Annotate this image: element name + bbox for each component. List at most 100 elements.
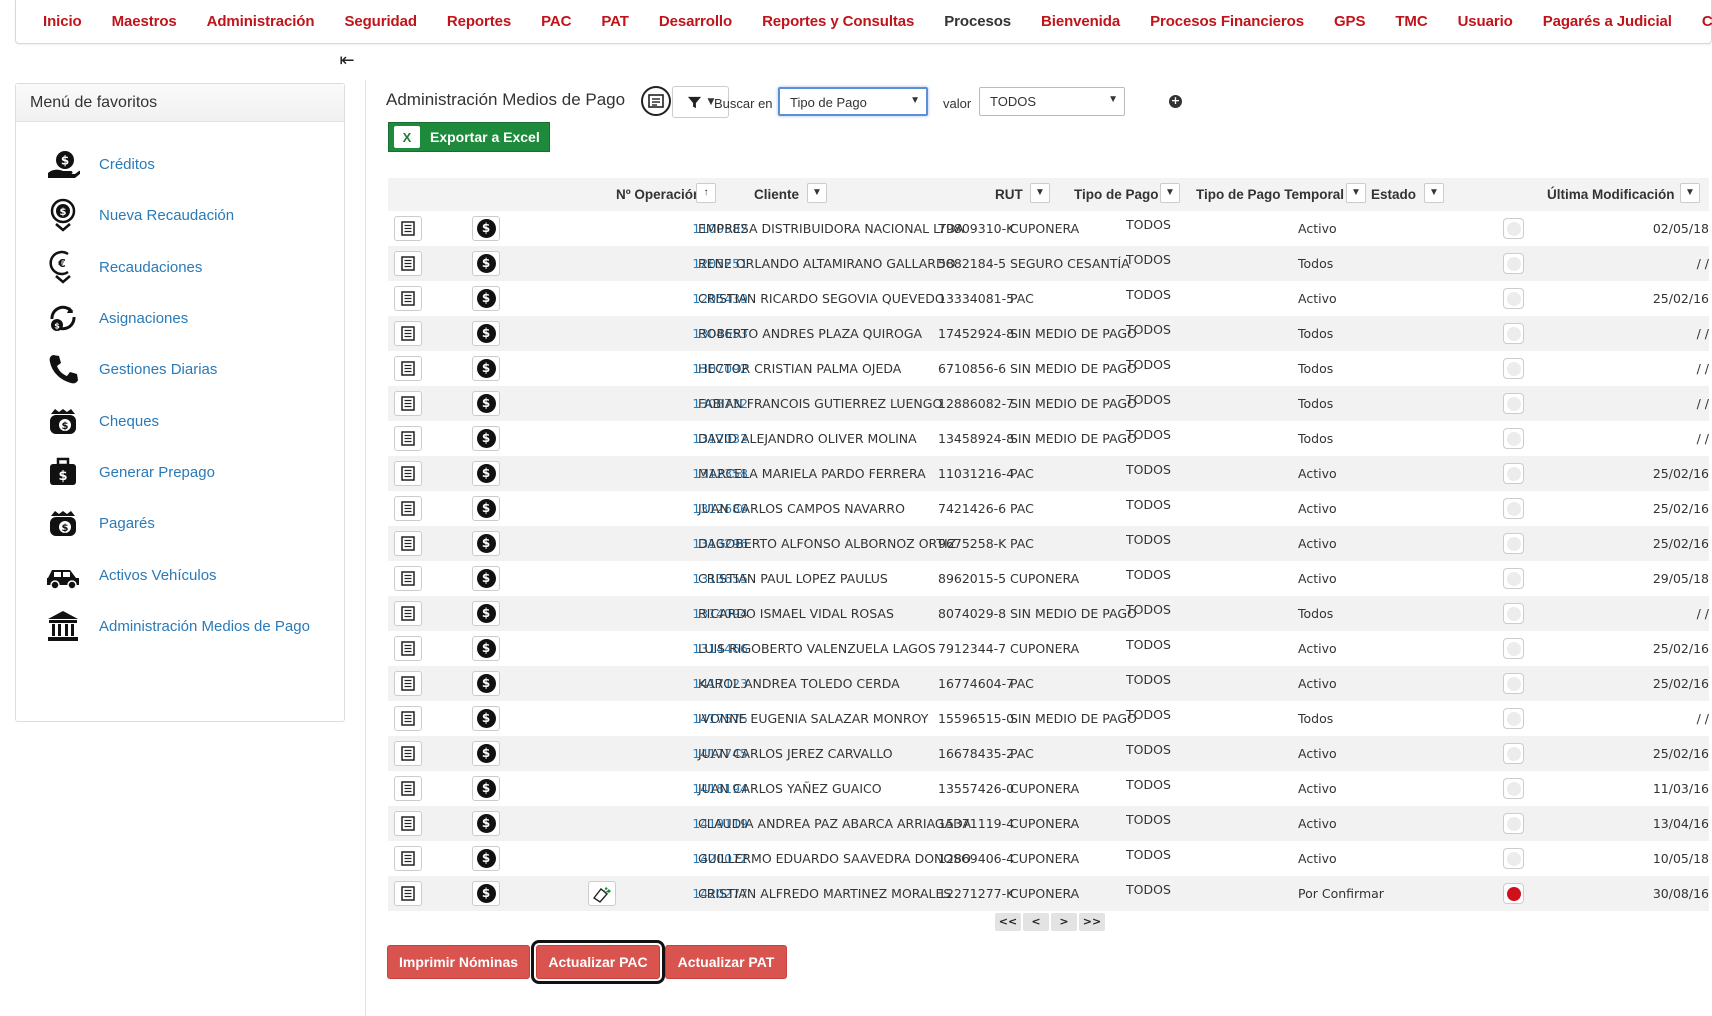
last-page-button[interactable]: >> <box>1079 913 1105 931</box>
status-indicator[interactable] <box>1503 393 1524 414</box>
detail-document-button[interactable] <box>394 321 422 346</box>
first-page-button[interactable]: << <box>995 913 1021 931</box>
detail-document-button[interactable] <box>394 776 422 801</box>
status-indicator[interactable] <box>1503 533 1524 554</box>
nav-item-reportes[interactable]: Reportes <box>432 13 526 30</box>
nav-item-gps[interactable]: GPS <box>1319 13 1380 30</box>
status-indicator[interactable] <box>1503 463 1524 484</box>
detail-document-button[interactable] <box>394 811 422 836</box>
payment-button[interactable]: $ <box>472 391 500 416</box>
nav-item-maestros[interactable]: Maestros <box>97 13 192 30</box>
nav-item-administración[interactable]: Administración <box>192 13 330 30</box>
detail-document-button[interactable] <box>394 671 422 696</box>
status-indicator[interactable] <box>1503 638 1524 659</box>
detail-document-button[interactable] <box>394 601 422 626</box>
detail-document-button[interactable] <box>394 846 422 871</box>
detail-document-button[interactable] <box>394 706 422 731</box>
collapse-left-icon[interactable]: ⇤ <box>336 50 358 72</box>
detail-document-button[interactable] <box>394 216 422 241</box>
status-indicator[interactable] <box>1503 288 1524 309</box>
status-indicator[interactable] <box>1503 673 1524 694</box>
payment-button[interactable]: $ <box>472 286 500 311</box>
actualizar-pac-button[interactable]: Actualizar PAC <box>531 940 665 984</box>
approve-button[interactable] <box>588 881 616 906</box>
sidebar-item-gestiones-diarias[interactable]: Gestiones Diarias <box>45 349 217 389</box>
status-indicator[interactable] <box>1503 708 1524 729</box>
detail-document-button[interactable] <box>394 636 422 661</box>
sidebar-item-pagarés[interactable]: $ Pagarés <box>45 503 155 543</box>
detail-document-button[interactable] <box>394 356 422 381</box>
payment-button[interactable]: $ <box>472 461 500 486</box>
payment-button[interactable]: $ <box>472 706 500 731</box>
sidebar-item-administración-medios-de-pago[interactable]: Administración Medios de Pago <box>45 606 310 646</box>
payment-button[interactable]: $ <box>472 636 500 661</box>
nav-item-pac[interactable]: PAC <box>526 13 586 30</box>
sort-asc-icon[interactable]: ↑ <box>696 183 716 203</box>
valor-select[interactable]: TODOS ▼ <box>979 87 1125 116</box>
detail-document-button[interactable] <box>394 531 422 556</box>
nav-item-tmc[interactable]: TMC <box>1380 13 1442 30</box>
prev-page-button[interactable]: < <box>1023 913 1049 931</box>
column-menu-cliente[interactable]: ▼ <box>807 183 827 203</box>
sidebar-item-activos-vehículos[interactable]: Activos Vehículos <box>45 555 217 595</box>
nav-item-procesos[interactable]: Procesos <box>929 13 1026 30</box>
detail-document-button[interactable] <box>394 566 422 591</box>
sidebar-item-nueva-recaudación[interactable]: $ Nueva Recaudación <box>45 195 234 235</box>
sidebar-item-recaudaciones[interactable]: € Recaudaciones <box>45 247 202 287</box>
payment-button[interactable]: $ <box>472 566 500 591</box>
payment-button[interactable]: $ <box>472 881 500 906</box>
export-excel-button[interactable]: X Exportar a Excel <box>388 122 550 152</box>
column-menu-tipo-pago-temporal[interactable]: ▼ <box>1346 183 1366 203</box>
status-indicator[interactable] <box>1503 568 1524 589</box>
nav-item-reportes-y-consultas[interactable]: Reportes y Consultas <box>747 13 929 30</box>
column-menu-rut[interactable]: ▼ <box>1030 183 1050 203</box>
payment-button[interactable]: $ <box>472 671 500 696</box>
nav-item-bienvenida[interactable]: Bienvenida <box>1026 13 1135 30</box>
status-indicator[interactable] <box>1503 358 1524 379</box>
status-indicator[interactable] <box>1503 743 1524 764</box>
buscar-select[interactable]: Tipo de Pago ▼ <box>778 87 928 116</box>
detail-document-button[interactable] <box>394 741 422 766</box>
add-filter-icon[interactable]: + <box>1169 95 1182 108</box>
status-indicator[interactable] <box>1503 848 1524 869</box>
detail-document-button[interactable] <box>394 426 422 451</box>
status-indicator[interactable] <box>1503 323 1524 344</box>
imprimir-nominas-button[interactable]: Imprimir Nóminas <box>387 945 530 979</box>
sidebar-item-créditos[interactable]: $ Créditos <box>45 144 155 184</box>
payment-button[interactable]: $ <box>472 741 500 766</box>
status-indicator[interactable] <box>1503 498 1524 519</box>
list-options-icon[interactable] <box>641 86 671 116</box>
status-indicator[interactable] <box>1503 428 1524 449</box>
payment-button[interactable]: $ <box>472 531 500 556</box>
detail-document-button[interactable] <box>394 881 422 906</box>
payment-button[interactable]: $ <box>472 216 500 241</box>
sidebar-item-asignaciones[interactable]: $ Asignaciones <box>45 298 188 338</box>
status-indicator[interactable] <box>1503 218 1524 239</box>
status-indicator[interactable] <box>1503 778 1524 799</box>
status-indicator[interactable] <box>1503 813 1524 834</box>
nav-item-usuario[interactable]: Usuario <box>1443 13 1528 30</box>
status-indicator[interactable] <box>1503 883 1524 904</box>
payment-button[interactable]: $ <box>472 356 500 381</box>
payment-button[interactable]: $ <box>472 811 500 836</box>
nav-item-inicio[interactable]: Inicio <box>16 13 97 30</box>
nav-item-desarrollo[interactable]: Desarrollo <box>644 13 747 30</box>
payment-button[interactable]: $ <box>472 426 500 451</box>
payment-button[interactable]: $ <box>472 601 500 626</box>
nav-item-pat[interactable]: PAT <box>586 13 643 30</box>
actualizar-pat-button[interactable]: Actualizar PAT <box>665 945 787 979</box>
sidebar-item-cheques[interactable]: $ Cheques <box>45 401 159 441</box>
sidebar-item-generar-prepago[interactable]: $ Generar Prepago <box>45 452 215 492</box>
column-menu-ultima-modificacion[interactable]: ▼ <box>1680 183 1700 203</box>
nav-item-pagarés-a-judicial[interactable]: Pagarés a Judicial <box>1528 13 1687 30</box>
column-menu-tipo-pago[interactable]: ▼ <box>1160 183 1180 203</box>
payment-button[interactable]: $ <box>472 776 500 801</box>
detail-document-button[interactable] <box>394 496 422 521</box>
detail-document-button[interactable] <box>394 391 422 416</box>
status-indicator[interactable] <box>1503 253 1524 274</box>
nav-item-procesos-financieros[interactable]: Procesos Financieros <box>1135 13 1319 30</box>
payment-button[interactable]: $ <box>472 496 500 521</box>
nav-item-seguridad[interactable]: Seguridad <box>329 13 431 30</box>
next-page-button[interactable]: > <box>1051 913 1077 931</box>
detail-document-button[interactable] <box>394 461 422 486</box>
